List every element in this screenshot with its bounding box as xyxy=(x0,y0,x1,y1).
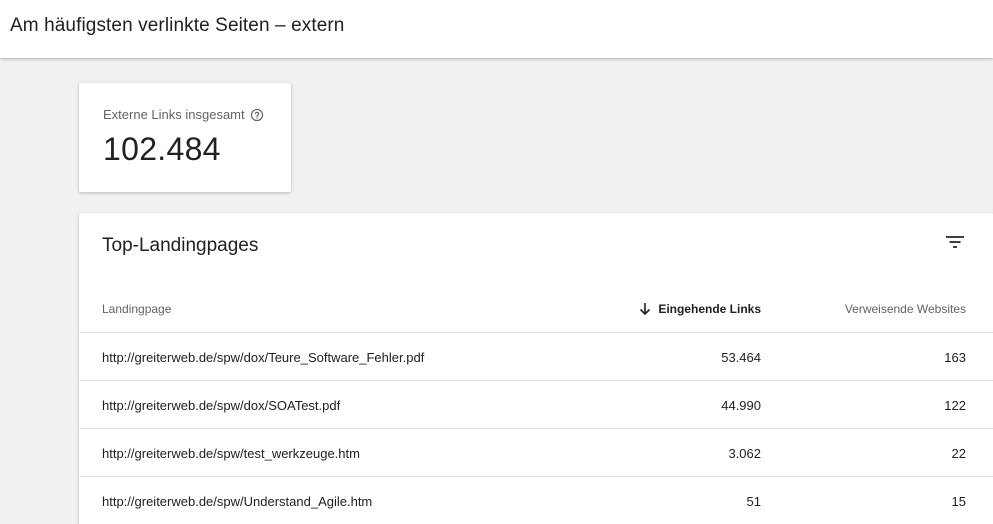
cell-landingpage: http://greiterweb.de/spw/Understand_Agil… xyxy=(102,493,373,509)
cell-referring-sites: 15 xyxy=(951,493,966,509)
column-header-referring-sites[interactable]: Verweisende Websites xyxy=(845,285,966,333)
arrow-down-icon xyxy=(638,302,652,316)
cell-landingpage: http://greiterweb.de/spw/test_werkzeuge.… xyxy=(102,445,360,461)
cell-incoming-links: 53.464 xyxy=(721,349,761,365)
table-row[interactable]: http://greiterweb.de/spw/test_werkzeuge.… xyxy=(79,429,993,477)
stat-label-row: Externe Links insgesamt xyxy=(103,107,264,122)
cell-landingpage: http://greiterweb.de/spw/dox/Teure_Softw… xyxy=(102,349,425,365)
cell-incoming-links: 3.062 xyxy=(728,445,761,461)
column-header-landingpage[interactable]: Landingpage xyxy=(102,285,171,333)
column-header-incoming-links[interactable]: Eingehende Links xyxy=(638,285,761,333)
top-landingpages-card: Top-Landingpages Landingpage Eingehende … xyxy=(79,213,993,524)
column-header-incoming-links-label: Eingehende Links xyxy=(658,302,761,316)
cell-landingpage: http://greiterweb.de/spw/dox/SOATest.pdf xyxy=(102,397,341,413)
page-title: Am häufigsten verlinkte Seiten – extern xyxy=(10,15,345,36)
table-header: Landingpage Eingehende Links Verweisende… xyxy=(79,285,993,333)
table-row[interactable]: http://greiterweb.de/spw/dox/Teure_Softw… xyxy=(79,333,993,381)
cell-incoming-links: 51 xyxy=(746,493,761,509)
table-row[interactable]: http://greiterweb.de/spw/dox/SOATest.pdf… xyxy=(79,381,993,429)
page-header: Am häufigsten verlinkte Seiten – extern xyxy=(0,0,993,58)
table-title: Top-Landingpages xyxy=(102,235,259,256)
cell-referring-sites: 122 xyxy=(944,397,966,413)
filter-button[interactable] xyxy=(942,231,968,257)
help-circle-icon[interactable] xyxy=(250,108,264,122)
cell-incoming-links: 44.990 xyxy=(721,397,761,413)
cell-referring-sites: 22 xyxy=(951,445,966,461)
filter-icon xyxy=(945,234,965,255)
stat-label: Externe Links insgesamt xyxy=(103,107,245,122)
total-external-links-card: Externe Links insgesamt 102.484 xyxy=(79,83,291,192)
stat-value: 102.484 xyxy=(103,131,221,167)
table-row[interactable]: http://greiterweb.de/spw/Understand_Agil… xyxy=(79,477,993,524)
cell-referring-sites: 163 xyxy=(944,349,966,365)
